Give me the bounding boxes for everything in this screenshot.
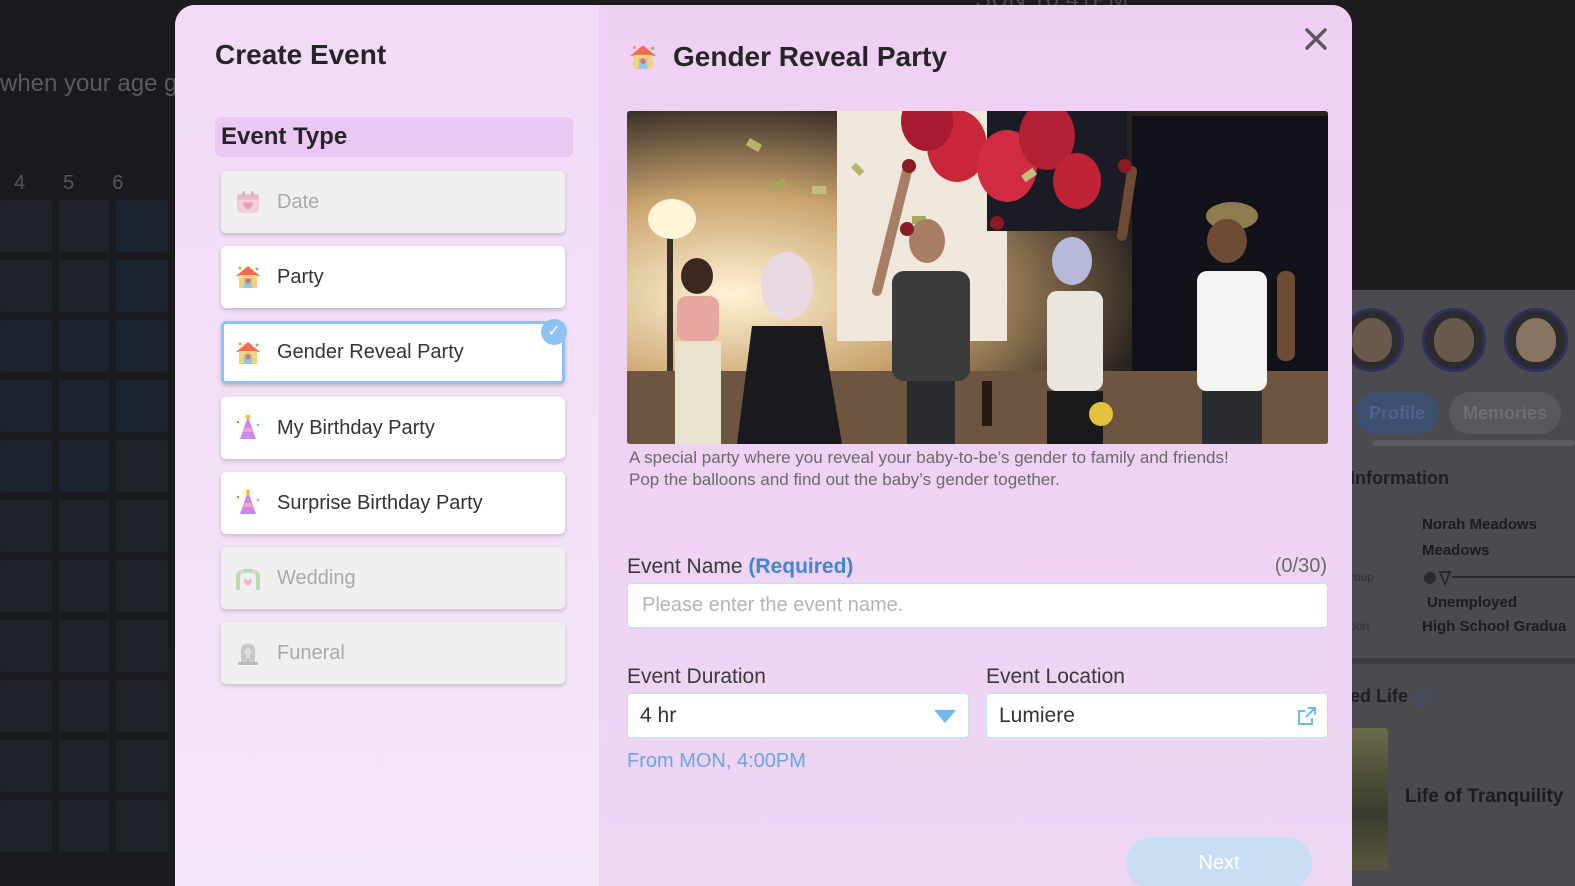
- event-location-field[interactable]: Lumiere: [986, 693, 1328, 738]
- close-button[interactable]: [1300, 23, 1332, 55]
- event-type-gender-reveal-party[interactable]: Gender Reveal Party ✓: [221, 319, 567, 384]
- wedding-arch-icon: [233, 563, 263, 593]
- background-day-numbers: 4 5 6: [14, 172, 123, 195]
- background-progress: [1372, 440, 1575, 446]
- event-type-label: Surprise Birthday Party: [277, 491, 483, 514]
- event-name-label-text: Event Name: [627, 555, 743, 578]
- background-tabs: Profile Memories: [1355, 392, 1562, 434]
- info-value: Meadows: [1422, 542, 1490, 559]
- event-type-label: My Birthday Party: [277, 416, 435, 439]
- next-button[interactable]: Next: [1126, 837, 1312, 886]
- event-detail-title-text: Gender Reveal Party: [673, 41, 947, 72]
- party-hat-icon: [233, 413, 263, 443]
- event-location-label: Event Location: [986, 665, 1125, 688]
- background-hint-text: when your age g: [0, 70, 178, 97]
- event-type-party[interactable]: Party: [221, 246, 565, 308]
- event-duration-label: Event Duration: [627, 665, 766, 688]
- close-icon: [1305, 28, 1327, 50]
- event-type-list: Date Party Gender Reveal Party ✓ My Birt…: [221, 171, 567, 697]
- background-info-title: Information: [1350, 468, 1449, 488]
- event-duration-select[interactable]: 4 hr: [627, 693, 969, 738]
- selected-check-icon: ✓: [541, 319, 567, 345]
- event-name-char-count: (0/30): [1274, 555, 1327, 577]
- party-house-icon: [627, 41, 659, 73]
- info-value: Norah Meadows: [1422, 516, 1538, 533]
- dropdown-arrow-icon: [934, 710, 956, 723]
- event-location-value: Lumiere: [999, 704, 1075, 727]
- event-preview-image: [627, 111, 1328, 444]
- event-description: A special party where you reveal your ba…: [629, 447, 1329, 491]
- modal-title: Create Event: [215, 39, 387, 70]
- tombstone-icon: [233, 638, 263, 668]
- day-number: 6: [112, 172, 124, 194]
- background-calendar-grid: [0, 200, 180, 860]
- event-type-funeral[interactable]: Funeral: [221, 622, 565, 684]
- party-house-icon: [233, 338, 263, 368]
- event-type-date[interactable]: Date: [221, 171, 565, 233]
- event-name-input[interactable]: [627, 583, 1328, 628]
- avatar[interactable]: [1422, 308, 1486, 372]
- event-detail-pane: Gender Reveal Party A special party wher…: [601, 5, 1352, 886]
- avatar[interactable]: [1504, 308, 1568, 372]
- required-marker: (Required): [748, 555, 854, 578]
- info-label: tion: [1350, 619, 1370, 633]
- event-type-pane: Create Event Event Type Date Party Gende…: [175, 5, 600, 886]
- life-card-thumbnail: [1350, 728, 1388, 870]
- event-type-label: Date: [277, 190, 320, 213]
- create-event-modal: Create Event Event Type Date Party Gende…: [175, 5, 1352, 886]
- external-link-icon[interactable]: [1297, 706, 1317, 726]
- background-divider: [1350, 658, 1575, 664]
- event-type-header: Event Type: [215, 117, 573, 157]
- event-start-time: From MON, 4:00PM: [627, 750, 806, 772]
- info-icon[interactable]: i: [1414, 688, 1432, 706]
- event-type-label: Funeral: [277, 641, 345, 664]
- event-type-wedding[interactable]: Wedding: [221, 547, 565, 609]
- description-line: A special party where you reveal your ba…: [629, 448, 1229, 467]
- event-duration-value: 4 hr: [640, 704, 677, 727]
- party-scene-illustration: [627, 111, 1328, 444]
- day-number: 4: [14, 172, 26, 194]
- event-name-label: Event Name (Required): [627, 555, 853, 579]
- info-label: roup: [1350, 570, 1375, 584]
- party-house-icon: [233, 262, 263, 292]
- gauge-marker-icon: [1424, 571, 1452, 587]
- calendar-heart-icon: [233, 187, 263, 217]
- life-card-title: Life of Tranquility: [1405, 786, 1564, 807]
- event-type-label: Wedding: [277, 566, 356, 589]
- background-gauge: [1422, 570, 1575, 587]
- tab-profile[interactable]: Profile: [1355, 392, 1440, 434]
- tab-memories[interactable]: Memories: [1449, 392, 1562, 434]
- day-number: 5: [63, 172, 75, 194]
- life-title-text: ed Life: [1350, 686, 1409, 706]
- info-value: High School Gradua: [1422, 618, 1567, 635]
- party-hat-icon: [233, 488, 263, 518]
- event-type-my-birthday-party[interactable]: My Birthday Party: [221, 397, 565, 459]
- background-life-title: ed Life i: [1350, 686, 1432, 707]
- event-type-label: Gender Reveal Party: [277, 341, 464, 363]
- info-value: Unemployed: [1427, 594, 1518, 611]
- background-calendar-panel: when your age g 4 5 6: [0, 0, 180, 886]
- event-type-surprise-birthday-party[interactable]: Surprise Birthday Party: [221, 472, 565, 534]
- description-line: Pop the balloons and find out the baby’s…: [629, 470, 1060, 489]
- event-detail-title: Gender Reveal Party: [627, 41, 947, 73]
- background-avatars: [1340, 308, 1568, 372]
- event-type-label: Party: [277, 265, 324, 288]
